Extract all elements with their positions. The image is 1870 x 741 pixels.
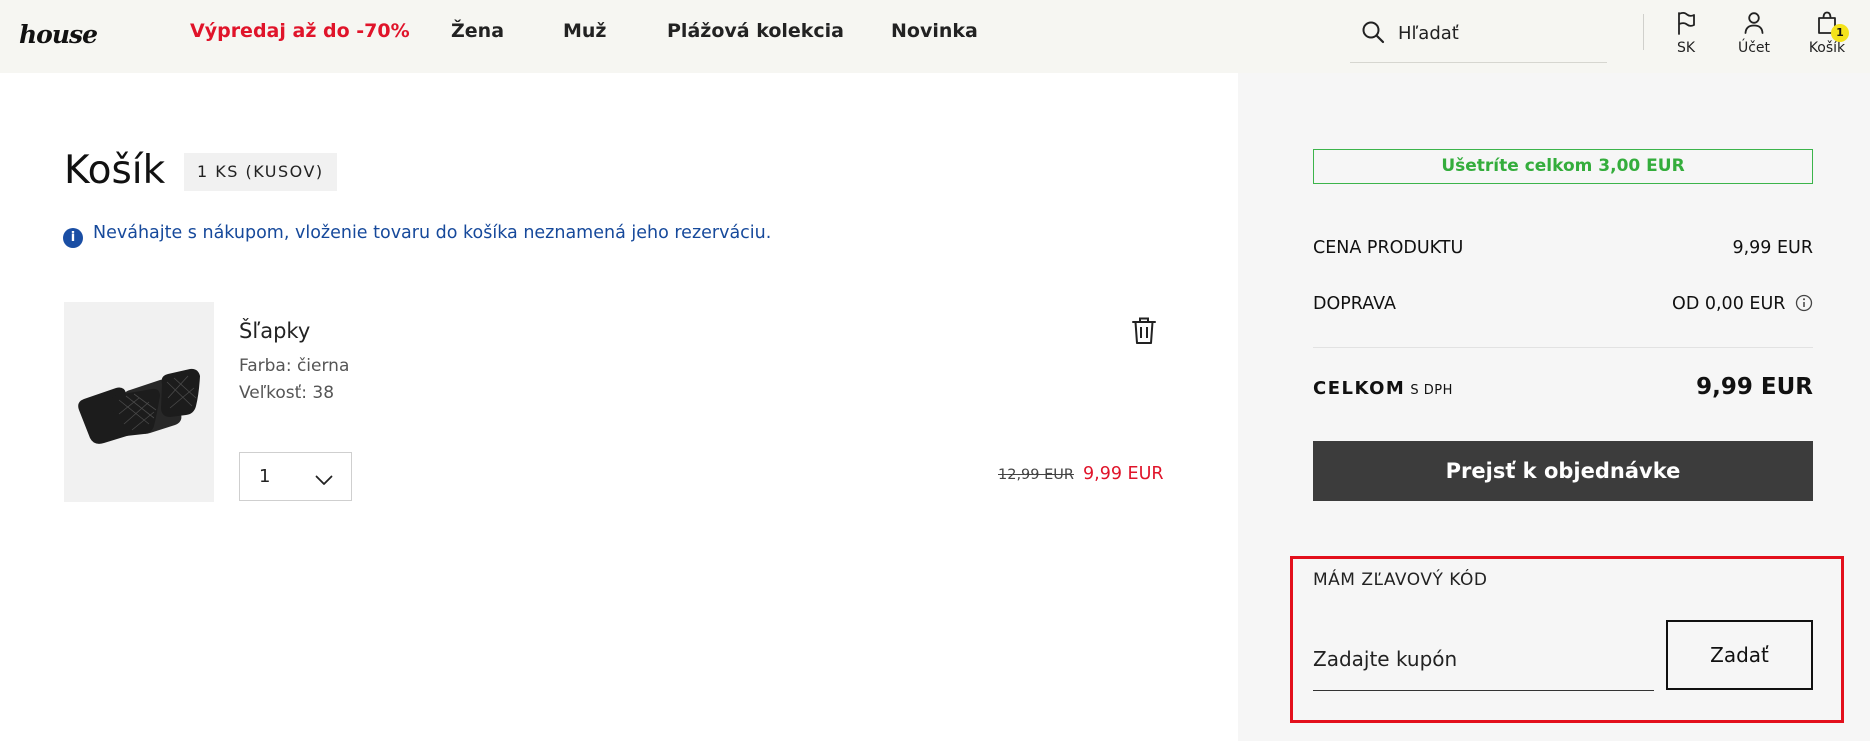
coupon-field [1313, 632, 1654, 691]
nav-women[interactable]: Žena [451, 20, 504, 42]
coupon-submit-button[interactable]: Zadať [1666, 620, 1813, 690]
product-price-label: CENA PRODUKTU [1313, 238, 1464, 258]
item-count-badge: 1 KS (KUSOV) [184, 153, 337, 191]
account-label: Účet [1737, 40, 1771, 56]
product-color: Farba: čierna [239, 356, 350, 376]
info-icon: i [63, 228, 83, 248]
shipping-value-row: OD 0,00 EUR [1672, 294, 1813, 317]
page-title: Košík [64, 148, 166, 193]
search-icon[interactable] [1361, 20, 1385, 48]
cart-count-badge: 1 [1831, 24, 1849, 42]
shipping-info-icon[interactable] [1795, 294, 1813, 317]
shipping-label: DOPRAVA [1313, 294, 1396, 314]
product-price-value: 9,99 EUR [1732, 238, 1813, 258]
account-button[interactable]: Účet [1724, 10, 1784, 66]
quantity-value: 1 [259, 466, 271, 487]
trash-icon[interactable] [1130, 316, 1158, 346]
logo[interactable]: house [19, 20, 98, 49]
savings-banner: Ušetríte celkom 3,00 EUR [1313, 149, 1813, 184]
cart-label: Košík [1808, 40, 1846, 56]
quantity-select[interactable]: 1 [239, 452, 352, 501]
vat-label: S DPH [1410, 383, 1453, 398]
sale-price: 9,99 EUR [1083, 464, 1164, 484]
reservation-info: i Neváhajte s nákupom, vloženie tovaru do… [63, 223, 771, 248]
country-label: SK [1676, 40, 1696, 56]
search-input[interactable] [1398, 13, 1598, 53]
summary-divider [1313, 347, 1813, 348]
site-header: house Výpredaj až do -70% Žena Muž Plážo… [0, 0, 1870, 73]
user-icon [1724, 10, 1784, 36]
nav-new[interactable]: Novinka [891, 20, 978, 42]
nav-beach-collection[interactable]: Plážová kolekcia [667, 20, 844, 42]
chevron-down-icon [315, 471, 333, 490]
country-button[interactable]: SK [1656, 10, 1716, 66]
product-image[interactable] [64, 302, 214, 502]
original-price: 12,99 EUR [998, 467, 1074, 483]
reservation-info-text: Neváhajte s nákupom, vloženie tovaru do … [93, 223, 772, 243]
product-size: Veľkosť: 38 [239, 383, 335, 403]
nav-sale[interactable]: Výpredaj až do -70% [190, 20, 410, 42]
nav-men[interactable]: Muž [563, 20, 607, 42]
coupon-label: MÁM ZĽAVOVÝ KÓD [1313, 570, 1488, 590]
total-label: CELKOM [1313, 378, 1406, 399]
product-name[interactable]: Šľapky [239, 319, 310, 343]
total-label-row: CELKOM S DPH [1313, 378, 1453, 399]
flag-icon [1656, 10, 1716, 36]
total-value: 9,99 EUR [1696, 374, 1813, 400]
checkout-button[interactable]: Prejsť k objednávke [1313, 441, 1813, 501]
shipping-value: OD 0,00 EUR [1672, 294, 1786, 314]
header-divider [1643, 14, 1644, 50]
cart-button[interactable]: 1 Košík [1797, 10, 1857, 66]
search-bar [1350, 13, 1607, 63]
coupon-input[interactable] [1313, 632, 1643, 686]
